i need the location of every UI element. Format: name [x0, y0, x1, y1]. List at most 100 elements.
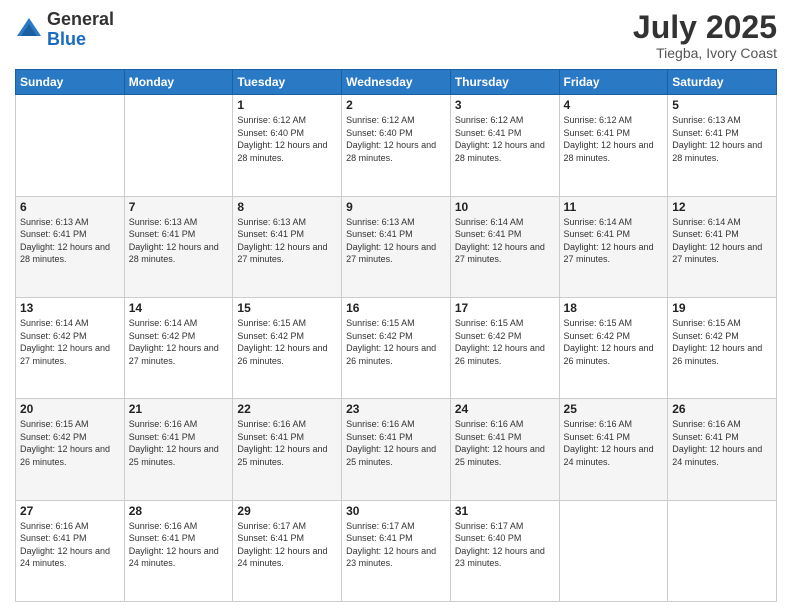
day-info: Sunrise: 6:14 AMSunset: 6:41 PMDaylight:…: [455, 216, 555, 266]
day-info: Sunrise: 6:12 AMSunset: 6:41 PMDaylight:…: [564, 114, 664, 164]
day-number: 21: [129, 402, 229, 416]
day-number: 14: [129, 301, 229, 315]
day-info: Sunrise: 6:14 AMSunset: 6:41 PMDaylight:…: [672, 216, 772, 266]
table-row: 20Sunrise: 6:15 AMSunset: 6:42 PMDayligh…: [16, 399, 125, 500]
table-row: 19 Sunrise: 6:15 AMSunset: 6:42 PMDayligh…: [668, 297, 777, 398]
day-info: Sunrise: 6:16 AMSunset: 6:41 PMDaylight:…: [129, 418, 229, 468]
table-row: 26 Sunrise: 6:16 AMSunset: 6:41 PMDayligh…: [668, 399, 777, 500]
table-row: 9 Sunrise: 6:13 AMSunset: 6:41 PMDaylight…: [342, 196, 451, 297]
day-info: Sunrise: 6:16 AMSunset: 6:41 PMDaylight:…: [346, 418, 446, 468]
day-info: Sunrise: 6:15 AMSunset: 6:42 PMDaylight:…: [564, 317, 664, 367]
table-row: 13Sunrise: 6:14 AMSunset: 6:42 PMDayligh…: [16, 297, 125, 398]
location: Tiegba, Ivory Coast: [633, 45, 777, 61]
day-info: Sunrise: 6:16 AMSunset: 6:41 PMDaylight:…: [20, 520, 120, 570]
title-area: July 2025 Tiegba, Ivory Coast: [633, 10, 777, 61]
table-row: 6Sunrise: 6:13 AMSunset: 6:41 PMDaylight…: [16, 196, 125, 297]
table-row: 25 Sunrise: 6:16 AMSunset: 6:41 PMDayligh…: [559, 399, 668, 500]
day-info: Sunrise: 6:15 AMSunset: 6:42 PMDaylight:…: [672, 317, 772, 367]
table-row: 11Sunrise: 6:14 AMSunset: 6:41 PMDayligh…: [559, 196, 668, 297]
calendar-week-row: 6Sunrise: 6:13 AMSunset: 6:41 PMDaylight…: [16, 196, 777, 297]
logo: General Blue: [15, 10, 114, 50]
col-monday: Monday: [124, 70, 233, 95]
day-number: 1: [237, 98, 337, 112]
day-info: Sunrise: 6:13 AMSunset: 6:41 PMDaylight:…: [20, 216, 120, 266]
day-info: Sunrise: 6:13 AMSunset: 6:41 PMDaylight:…: [346, 216, 446, 266]
table-row: 2 Sunrise: 6:12 AMSunset: 6:40 PMDaylight…: [342, 95, 451, 196]
table-row: 29Sunrise: 6:17 AMSunset: 6:41 PMDayligh…: [233, 500, 342, 601]
day-number: 2: [346, 98, 446, 112]
day-info: Sunrise: 6:16 AMSunset: 6:41 PMDaylight:…: [564, 418, 664, 468]
table-row: [559, 500, 668, 601]
day-info: Sunrise: 6:12 AMSunset: 6:40 PMDaylight:…: [346, 114, 446, 164]
day-info: Sunrise: 6:13 AMSunset: 6:41 PMDaylight:…: [237, 216, 337, 266]
table-row: 22Sunrise: 6:16 AMSunset: 6:41 PMDayligh…: [233, 399, 342, 500]
logo-text: General Blue: [47, 10, 114, 50]
table-row: 15 Sunrise: 6:15 AMSunset: 6:42 PMDayligh…: [233, 297, 342, 398]
day-info: Sunrise: 6:14 AMSunset: 6:42 PMDaylight:…: [20, 317, 120, 367]
table-row: 12 Sunrise: 6:14 AMSunset: 6:41 PMDayligh…: [668, 196, 777, 297]
day-number: 9: [346, 200, 446, 214]
day-info: Sunrise: 6:15 AMSunset: 6:42 PMDaylight:…: [237, 317, 337, 367]
table-row: 1Sunrise: 6:12 AMSunset: 6:40 PMDaylight…: [233, 95, 342, 196]
table-row: 23Sunrise: 6:16 AMSunset: 6:41 PMDayligh…: [342, 399, 451, 500]
day-number: 19: [672, 301, 772, 315]
day-number: 27: [20, 504, 120, 518]
day-info: Sunrise: 6:15 AMSunset: 6:42 PMDaylight:…: [20, 418, 120, 468]
day-number: 31: [455, 504, 555, 518]
day-number: 7: [129, 200, 229, 214]
col-wednesday: Wednesday: [342, 70, 451, 95]
table-row: 3 Sunrise: 6:12 AMSunset: 6:41 PMDaylight…: [450, 95, 559, 196]
day-number: 3: [455, 98, 555, 112]
table-row: 31 Sunrise: 6:17 AMSunset: 6:40 PMDayligh…: [450, 500, 559, 601]
day-info: Sunrise: 6:17 AMSunset: 6:40 PMDaylight:…: [455, 520, 555, 570]
calendar-table: Sunday Monday Tuesday Wednesday Thursday…: [15, 69, 777, 602]
day-number: 28: [129, 504, 229, 518]
table-row: 14 Sunrise: 6:14 AMSunset: 6:42 PMDayligh…: [124, 297, 233, 398]
day-info: Sunrise: 6:17 AMSunset: 6:41 PMDaylight:…: [346, 520, 446, 570]
day-number: 8: [237, 200, 337, 214]
day-info: Sunrise: 6:15 AMSunset: 6:42 PMDaylight:…: [455, 317, 555, 367]
logo-general: General: [47, 9, 114, 29]
day-number: 10: [455, 200, 555, 214]
day-number: 12: [672, 200, 772, 214]
header: General Blue July 2025 Tiegba, Ivory Coa…: [15, 10, 777, 61]
calendar-week-row: 27 Sunrise: 6:16 AMSunset: 6:41 PMDayligh…: [16, 500, 777, 601]
day-number: 26: [672, 402, 772, 416]
table-row: 7 Sunrise: 6:13 AMSunset: 6:41 PMDaylight…: [124, 196, 233, 297]
day-number: 18: [564, 301, 664, 315]
day-info: Sunrise: 6:16 AMSunset: 6:41 PMDaylight:…: [672, 418, 772, 468]
day-number: 15: [237, 301, 337, 315]
page: General Blue July 2025 Tiegba, Ivory Coa…: [0, 0, 792, 612]
calendar-header-row: Sunday Monday Tuesday Wednesday Thursday…: [16, 70, 777, 95]
day-info: Sunrise: 6:16 AMSunset: 6:41 PMDaylight:…: [129, 520, 229, 570]
table-row: 4 Sunrise: 6:12 AMSunset: 6:41 PMDaylight…: [559, 95, 668, 196]
day-info: Sunrise: 6:12 AMSunset: 6:41 PMDaylight:…: [455, 114, 555, 164]
calendar-week-row: 13Sunrise: 6:14 AMSunset: 6:42 PMDayligh…: [16, 297, 777, 398]
calendar-week-row: 20Sunrise: 6:15 AMSunset: 6:42 PMDayligh…: [16, 399, 777, 500]
day-number: 29: [237, 504, 337, 518]
logo-blue: Blue: [47, 29, 86, 49]
table-row: [668, 500, 777, 601]
day-info: Sunrise: 6:14 AMSunset: 6:42 PMDaylight:…: [129, 317, 229, 367]
day-number: 4: [564, 98, 664, 112]
day-number: 24: [455, 402, 555, 416]
day-number: 25: [564, 402, 664, 416]
day-info: Sunrise: 6:14 AMSunset: 6:41 PMDaylight:…: [564, 216, 664, 266]
day-number: 16: [346, 301, 446, 315]
table-row: 10 Sunrise: 6:14 AMSunset: 6:41 PMDayligh…: [450, 196, 559, 297]
table-row: [124, 95, 233, 196]
table-row: 16Sunrise: 6:15 AMSunset: 6:42 PMDayligh…: [342, 297, 451, 398]
col-saturday: Saturday: [668, 70, 777, 95]
month-title: July 2025: [633, 10, 777, 45]
calendar-week-row: 1 Sunrise: 6:12 AMSunset: 6:40 PMDaylight…: [16, 95, 777, 196]
table-row: 5Sunrise: 6:13 AMSunset: 6:41 PMDaylight…: [668, 95, 777, 196]
table-row: 28 Sunrise: 6:16 AMSunset: 6:41 PMDayligh…: [124, 500, 233, 601]
table-row: [16, 95, 125, 196]
logo-icon: [15, 16, 43, 44]
table-row: 17Sunrise: 6:15 AMSunset: 6:42 PMDayligh…: [450, 297, 559, 398]
day-info: Sunrise: 6:13 AMSunset: 6:41 PMDaylight:…: [129, 216, 229, 266]
col-thursday: Thursday: [450, 70, 559, 95]
day-number: 5: [672, 98, 772, 112]
col-tuesday: Tuesday: [233, 70, 342, 95]
table-row: 24Sunrise: 6:16 AMSunset: 6:41 PMDayligh…: [450, 399, 559, 500]
